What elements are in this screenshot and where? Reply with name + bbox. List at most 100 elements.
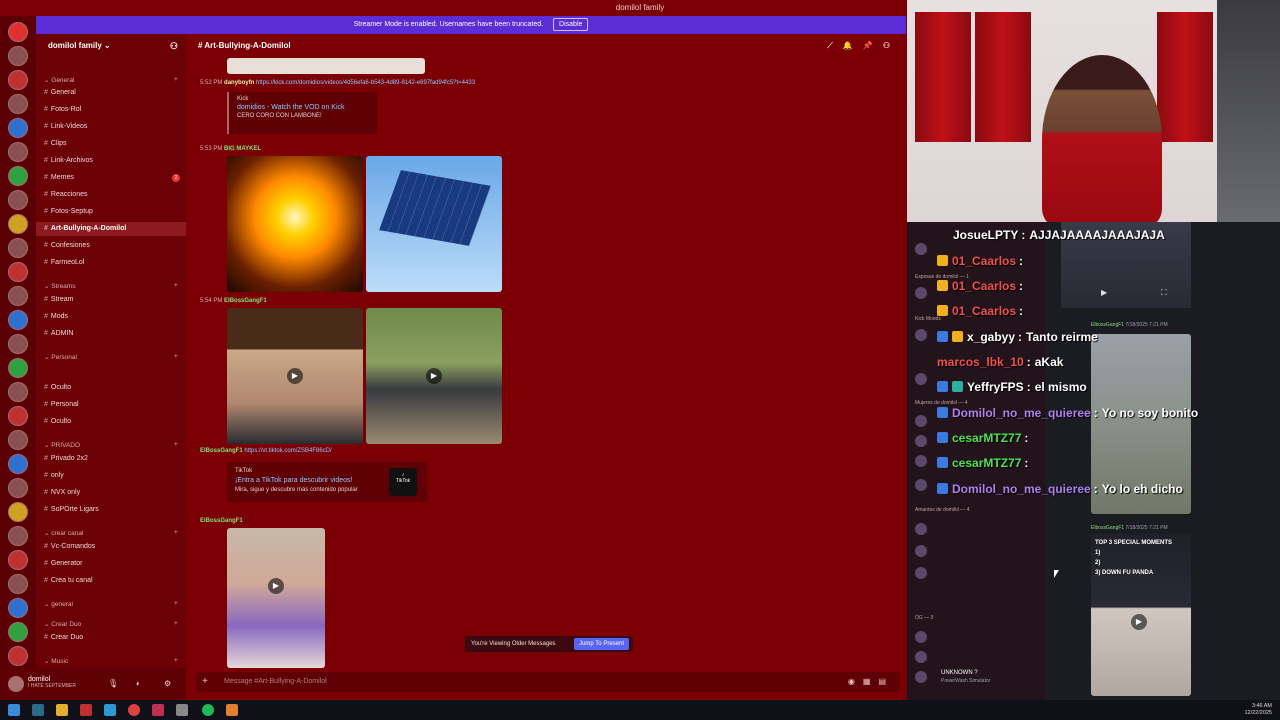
server-icon[interactable] [8,22,28,42]
spotify-icon[interactable] [202,704,214,716]
category-music[interactable]: ⌄ Music + [44,657,178,665]
channel-clips[interactable]: # Clips [36,137,186,151]
channel-fotos-septup[interactable]: # Fotos-Septup [36,205,186,219]
gif-icon[interactable]: ▦ [863,677,879,686]
message-author[interactable]: BIG MAYKEL [224,146,261,152]
video-thumbnail[interactable]: ▶ [227,528,325,668]
member-item[interactable] [913,544,1039,558]
server-icon[interactable] [8,622,28,642]
server-icon[interactable] [8,358,28,378]
taskbar-clock[interactable]: 3:46 AM 12/22/2025 [1244,703,1272,717]
play-icon[interactable]: ▶ [268,578,284,594]
video-thumbnail[interactable]: ▶ [227,308,363,444]
server-icon[interactable] [8,334,28,354]
message-author[interactable]: ElBossGangF1 [224,298,267,304]
channel-oculto-2[interactable]: # Oculto [36,415,186,429]
channel-confesiones[interactable]: # Confesiones [36,239,186,253]
gift-icon[interactable]: ◉ [848,677,863,686]
server-icon[interactable] [8,118,28,138]
channel-soporte-ligars[interactable]: # SoPOrte Ligars [36,503,186,517]
disable-streamer-mode-button[interactable]: Disable [553,18,589,31]
threads-icon[interactable]: ⟋ [827,41,843,50]
channel-admin[interactable]: # ADMIN [36,327,186,341]
server-icon[interactable] [8,190,28,210]
chrome-icon[interactable] [128,704,140,716]
video-clip[interactable]: TOP 3 SPECIAL MOMENTS 1) 2) 3) DOWN FU P… [1091,534,1191,696]
server-icon[interactable] [8,70,28,90]
server-icon[interactable] [8,214,28,234]
member-item[interactable] [913,630,1039,644]
server-icon[interactable] [8,550,28,570]
app-icon[interactable] [152,704,164,716]
channel-link-archivos[interactable]: # Link-Archivos [36,154,186,168]
apps-icon[interactable]: ▤ [878,677,894,686]
server-icon[interactable] [8,46,28,66]
server-icon[interactable] [8,286,28,306]
channel-crea-tu-canal[interactable]: # Crea tu canal [36,574,186,588]
category-crear-duo[interactable]: ⌄ Crear Duo + [44,620,178,628]
channel-farmeolol[interactable]: # FarmeoLol [36,256,186,270]
category-general-2[interactable]: ⌄ general + [44,600,178,608]
message-author[interactable]: ElBossGangF1 [200,448,243,454]
user-panel[interactable]: domilol I HATE SEPTEMBER 🎙 ◐ ⚙ [0,668,186,700]
windows-start-icon[interactable] [8,704,20,716]
channel-link-videos[interactable]: # Link-Videos [36,120,186,134]
member-item[interactable] [913,522,1039,536]
avatar[interactable] [8,676,24,692]
play-icon[interactable]: ▶ [426,368,442,384]
channel-art-bullying-active[interactable]: # Art-Bullying-A-Domilol [36,222,186,236]
message-link[interactable]: https://kick.com/domidios/videos/4d56efa… [256,80,475,86]
pin-icon[interactable]: 📌 [863,41,883,50]
microphone-icon[interactable]: 🎙 [108,679,118,688]
category-crear-canal[interactable]: ⌄ crear canal + [44,529,178,537]
server-icon[interactable] [8,238,28,258]
headphones-icon[interactable]: ◐ [136,679,141,688]
message-composer[interactable]: + Message #Art-Bullying-A-Domilol ◉▦▤ [196,672,900,692]
file-explorer-icon[interactable] [56,704,68,716]
edge-icon[interactable] [104,704,116,716]
channel-fotos-rol[interactable]: # Fotos-Rol [36,103,186,117]
channel-personal[interactable]: # Personal [36,398,186,412]
app-icon[interactable] [176,704,188,716]
server-icon[interactable] [8,574,28,594]
server-icon[interactable] [8,478,28,498]
channel-reacciones[interactable]: # Reacciones [36,188,186,202]
server-icon[interactable] [8,646,28,666]
channel-only[interactable]: # only [36,469,186,483]
server-icon[interactable] [8,598,28,618]
server-icon[interactable] [8,502,28,522]
message-link[interactable]: https://vt.tiktok.com/ZSB4F86cD/ [244,448,331,454]
play-icon[interactable]: ▶ [1131,614,1147,630]
server-icon[interactable] [8,454,28,474]
category-personal[interactable]: ⌄ Personal + [44,353,178,361]
message-author[interactable]: ElBossGangF1 [200,518,243,524]
channel-oculto[interactable]: # Oculto [36,381,186,395]
message-input-placeholder[interactable]: Message #Art-Bullying-A-Domilol [224,678,327,685]
server-icon[interactable] [8,262,28,282]
server-icon[interactable] [8,526,28,546]
play-icon[interactable]: ▶ [287,368,303,384]
channel-nvx-only[interactable]: # NVX only [36,486,186,500]
channel-generator[interactable]: # Generator [36,557,186,571]
solar-panel-image[interactable] [366,156,502,292]
add-member-icon[interactable]: ⚇ [170,34,178,58]
app-icon[interactable] [80,704,92,716]
channel-crear-duo[interactable]: # Crear Duo [36,631,186,645]
video-thumbnail[interactable]: ▶ [366,308,502,444]
category-privado[interactable]: ⌄ PRIVADO + [44,441,178,449]
fullscreen-icon[interactable]: ⛶ [1161,288,1167,298]
server-icon[interactable] [8,166,28,186]
member-item[interactable] [913,566,1039,580]
server-icon[interactable] [8,310,28,330]
bell-icon[interactable]: 🔔 [843,41,863,50]
member-item[interactable]: UNKNOWN ? PowerWash Simulator [913,670,1039,684]
play-icon[interactable]: ▶ [1101,288,1107,297]
channel-vc-comandos[interactable]: # Vc-Comandos [36,540,186,554]
sun-image[interactable] [227,156,363,292]
embed-title-link[interactable]: domidios - Watch the VOD on Kick [237,104,369,111]
image-attachment[interactable] [227,58,425,74]
message-author[interactable]: danyboyfn [224,80,254,86]
server-icon[interactable] [8,94,28,114]
server-icon[interactable] [8,406,28,426]
app-icon[interactable] [226,704,238,716]
